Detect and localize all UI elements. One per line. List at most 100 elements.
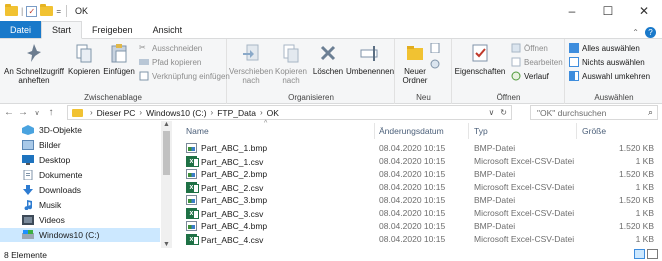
file-row[interactable]: Part_ABC_4.bmp 08.04.2020 10:15 BMP-Date… [176,220,662,233]
easy-access-button[interactable] [430,59,440,69]
status-bar: 8 Elemente [0,248,662,261]
paste-shortcut-icon [139,71,149,81]
breadcrumb-drive[interactable]: Windows10 (C:) [146,108,206,118]
breadcrumb-ok[interactable]: OK [267,108,279,118]
scrollbar-thumb[interactable] [163,131,170,175]
select-none-label: Nichts auswählen [582,57,645,67]
pin-icon [23,42,45,64]
nav-item-documents[interactable]: Dokumente [22,168,82,182]
rename-button[interactable]: Umbenennen [346,42,394,76]
file-row[interactable]: x Part_ABC_2.csv 08.04.2020 10:15 Microso… [176,181,662,194]
history-button[interactable]: Verlauf [511,71,549,81]
delete-button[interactable]: Löschen [312,42,344,76]
new-item-button[interactable] [430,42,440,54]
file-row[interactable]: Part_ABC_2.bmp 08.04.2020 10:15 BMP-Date… [176,168,662,181]
customize-quick-access-icon[interactable]: = [56,7,61,16]
new-folder-quick-icon[interactable] [40,4,54,16]
quick-access-separator: | [21,6,24,16]
tab-start[interactable]: Start [41,21,83,39]
scroll-down-icon[interactable]: ▼ [161,241,172,248]
select-all-icon [569,43,579,53]
edit-label: Bearbeiten [524,57,563,67]
large-icons-view-icon[interactable] [647,249,658,259]
file-name: Part_ABC_3.csv [201,208,264,219]
nav-item-music[interactable]: Musik [22,198,61,212]
copy-to-icon [280,42,302,64]
column-divider[interactable] [374,123,375,139]
tab-file[interactable]: Datei [0,21,42,38]
column-header-name[interactable]: Name [186,123,209,139]
help-icon[interactable]: ? [645,27,656,38]
file-type: Microsoft Excel-CSV-Datei [474,156,575,166]
nav-pane-scrollbar[interactable]: ▲ ▼ [161,121,172,248]
copy-to-button[interactable]: Kopieren nach [274,42,308,85]
window-controls: – ☐ ✕ [554,0,662,22]
breadcrumb-chevron-icon[interactable]: › [211,108,214,117]
navigation-pane: 3D-Objekte Bilder Desktop Dokumente Down… [0,121,172,248]
file-row[interactable]: x Part_ABC_4.csv 08.04.2020 10:15 Microso… [176,233,662,246]
breadcrumb-ftp-data[interactable]: FTP_Data [217,108,256,118]
address-bar[interactable]: › Dieser PC › Windows10 (C:) › FTP_Data … [67,105,512,120]
pin-to-quick-access-button[interactable]: An Schnellzugriff anheften [4,42,64,85]
properties-quick-icon[interactable]: ✓ [26,5,38,17]
tab-share[interactable]: Freigeben [82,21,143,38]
open-button[interactable]: Öffnen [511,43,548,53]
file-row[interactable]: x Part_ABC_1.csv 08.04.2020 10:15 Microso… [176,155,662,168]
maximize-button[interactable]: ☐ [590,0,626,22]
search-input[interactable]: "OK" durchsuchen ⌕ [530,105,658,120]
nav-item-videos[interactable]: Videos [22,213,65,227]
select-group-label: Auswählen [594,93,634,102]
collapse-ribbon-icon[interactable]: ⌃ [632,28,639,37]
recent-locations-icon[interactable]: ∨ [30,109,44,117]
refresh-icon[interactable]: ↻ [500,108,507,117]
cut-label: Ausschneiden [152,43,203,53]
new-folder-button[interactable]: Neuer Ordner [400,42,430,85]
bmp-file-icon [186,221,197,231]
file-row[interactable]: Part_ABC_1.bmp 08.04.2020 10:15 BMP-Date… [176,142,662,155]
easy-access-icon [430,59,440,69]
paste-button[interactable]: Einfügen [103,42,135,76]
copy-button[interactable]: Kopieren [68,42,100,76]
file-name: Part_ABC_3.bmp [201,195,268,205]
nav-item-label: Desktop [39,155,71,165]
select-all-label: Alles auswählen [582,43,640,53]
select-none-button[interactable]: Nichts auswählen [569,57,645,67]
breadcrumb-this-pc[interactable]: Dieser PC [97,108,136,118]
breadcrumb-chevron-icon[interactable]: › [139,108,142,117]
forward-arrow-icon[interactable]: → [16,107,30,118]
cut-button[interactable]: ✂ Ausschneiden [139,43,202,53]
minimize-button[interactable]: – [554,0,590,22]
column-divider[interactable] [468,123,469,139]
column-header-date[interactable]: Änderungsdatum [379,123,444,139]
open-icon [511,43,521,53]
column-divider[interactable] [576,123,577,139]
address-dropdown-icon[interactable]: ∨ [488,108,494,117]
details-view-icon[interactable] [634,249,645,259]
nav-item-pictures[interactable]: Bilder [22,138,61,152]
nav-item-downloads[interactable]: Downloads [22,183,81,197]
paste-shortcut-button[interactable]: Verknüpfung einfügen [139,71,230,81]
nav-item-desktop[interactable]: Desktop [22,153,70,167]
tab-view[interactable]: Ansicht [143,21,193,38]
close-button[interactable]: ✕ [626,0,662,22]
folder-icon [72,108,83,117]
breadcrumb-chevron-icon[interactable]: › [260,108,263,117]
breadcrumb-chevron-icon[interactable]: › [90,108,93,117]
scroll-up-icon[interactable]: ▲ [161,121,172,128]
copy-path-button[interactable]: Pfad kopieren [139,57,201,67]
file-row[interactable]: x Part_ABC_3.csv 08.04.2020 10:15 Microso… [176,207,662,220]
documents-icon [22,169,34,181]
back-arrow-icon[interactable]: ← [2,107,16,118]
properties-button[interactable]: Eigenschaften [455,42,505,76]
nav-item-3d-objects[interactable]: 3D-Objekte [22,123,82,137]
edit-button[interactable]: Bearbeiten [511,57,563,67]
up-arrow-icon[interactable]: ↑ [44,107,58,118]
drive-icon [22,230,34,240]
nav-item-drive-c[interactable]: Windows10 (C:) [0,228,160,242]
invert-selection-button[interactable]: Auswahl umkehren [569,71,650,81]
select-all-button[interactable]: Alles auswählen [569,43,640,53]
move-to-button[interactable]: Verschieben nach [229,42,273,85]
file-row[interactable]: Part_ABC_3.bmp 08.04.2020 10:15 BMP-Date… [176,194,662,207]
column-header-size[interactable]: Größe [582,123,606,139]
column-header-type[interactable]: Typ [474,123,488,139]
